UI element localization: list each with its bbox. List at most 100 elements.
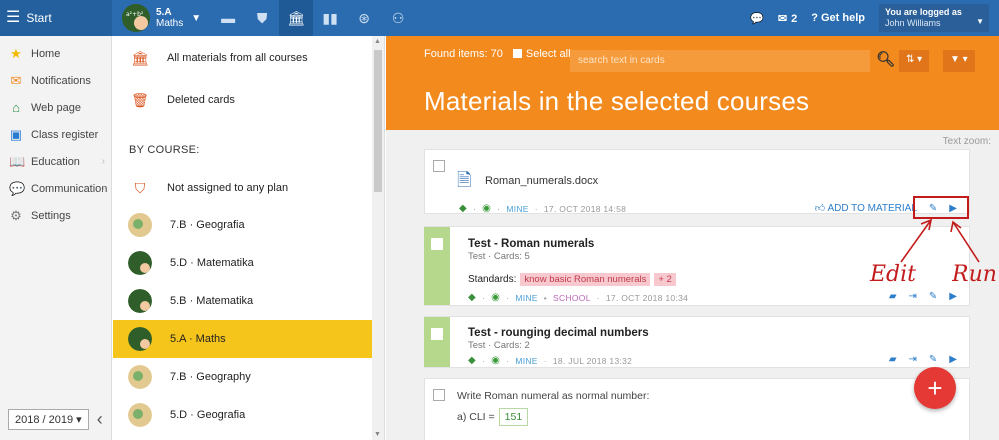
user-menu[interactable]: You are logged as John Williams ▼ (879, 4, 989, 32)
all-materials-label: All materials from all courses (167, 52, 308, 64)
folder-icon[interactable]: ▰ (889, 291, 897, 302)
course-label: 7.B · Geografia (170, 219, 245, 231)
class-name: 5.A (156, 7, 172, 18)
start-button[interactable]: ☰ Start (0, 0, 112, 36)
people-icon[interactable]: ⚇ (381, 0, 415, 36)
bank-icon[interactable]: 🏛 (279, 0, 314, 36)
svg-text:a²+b²: a²+b² (126, 11, 144, 18)
chart-icon[interactable]: ▮▮ (313, 0, 347, 36)
test-card[interactable]: Test - rounging decimal numbers Test · C… (424, 316, 970, 368)
folder-icon[interactable]: ▰ (889, 354, 897, 365)
materials-header: Found items: 70 Select all search text i… (386, 36, 999, 130)
scroll-down-icon[interactable]: ▼ (374, 431, 381, 438)
course-item[interactable]: 7.B · Geografia (113, 206, 384, 244)
question-card[interactable]: Write Roman numeral as normal number: a)… (424, 378, 970, 440)
checkbox-icon (512, 49, 522, 58)
card-checkbox[interactable] (433, 160, 445, 172)
course-item-selected[interactable]: 5.A · Maths (113, 320, 384, 358)
run-play-icon[interactable]: ▶ (949, 291, 957, 302)
share-icon[interactable]: ⇥ (909, 291, 917, 302)
collapse-sidebar-icon[interactable]: ‹ (97, 409, 103, 430)
house-icon: ⌂ (12, 100, 20, 115)
class-avatar[interactable]: a²+b² (122, 4, 150, 32)
sidebar-item-web-page[interactable]: ⌂ Web page (0, 94, 111, 121)
meta-owner: MINE (515, 355, 538, 366)
chevron-right-icon: › (101, 183, 105, 194)
add-to-material-label: ADD TO MATERIAL (827, 203, 917, 214)
course-item[interactable]: 5.D · Geografia (113, 396, 384, 434)
test-card-strip (424, 227, 450, 305)
select-all-checkbox[interactable]: Select all (512, 48, 571, 60)
edit-pencil-icon[interactable]: ✎ (929, 291, 937, 302)
sidebar-item-communication[interactable]: 💬 Communication › (0, 175, 111, 202)
course-list-scrollbar[interactable]: ▲ ▼ (372, 36, 384, 440)
card-subtitle: Test · Cards: 5 (468, 251, 530, 262)
annotation-arrows (900, 218, 980, 263)
meta-owner: MINE (515, 292, 538, 303)
course-item[interactable]: 5.D · Matematika (113, 244, 384, 282)
filter-button[interactable]: ▼ ▾ (943, 50, 975, 72)
math-icon[interactable]: ⊛ (347, 0, 381, 36)
card-title: Test - Roman numerals (468, 238, 595, 250)
standard-badge[interactable]: know basic Roman numerals (520, 273, 651, 286)
sidebar-item-notifications[interactable]: ✉ Notifications (0, 67, 111, 94)
school-year-select[interactable]: 2018 / 2019 ▾ (8, 409, 89, 430)
docx-file-icon: 🗎 (457, 170, 472, 190)
more-standards-badge[interactable]: + 2 (654, 273, 676, 286)
scrollbar-thumb[interactable] (374, 50, 382, 192)
search-icon[interactable]: 🔍︎ (876, 50, 895, 68)
select-all-label: Select all (525, 48, 571, 60)
geography-avatar (128, 365, 152, 389)
course-label: 5.D · Matematika (170, 257, 254, 269)
geography-avatar (128, 403, 152, 427)
sidebar-item-settings[interactable]: ⚙ Settings (0, 202, 111, 229)
sidebar-item-label: Communication (31, 182, 108, 195)
all-materials-item[interactable]: 🏛 All materials from all courses (113, 36, 384, 80)
sidebar-item-class-register[interactable]: ▣ Class register (0, 121, 111, 148)
deleted-cards-item[interactable]: 🗑 Deleted cards (113, 80, 384, 120)
card-checkbox[interactable] (431, 238, 443, 250)
meta-date: 18. JUL 2018 13:32 (552, 355, 633, 366)
material-card[interactable]: 🗎 Roman_numerals.docx ◆ · ◉ · MINE · 17. OC… (424, 149, 970, 214)
sort-button[interactable]: ⇅ ▾ (899, 50, 930, 72)
search-input[interactable]: search text in cards (570, 50, 870, 72)
course-item[interactable]: 7.B · Geography (113, 358, 384, 396)
question-prompt: Write Roman numeral as normal number: (457, 390, 650, 402)
text-zoom-label: Text zoom: (942, 136, 991, 147)
share-icon[interactable]: ⇥ (909, 354, 917, 365)
course-item[interactable]: 5.B · Matematika (113, 282, 384, 320)
shield-icon[interactable]: ⛊ (245, 0, 279, 36)
register-icon: ▣ (9, 126, 23, 142)
sidebar-item-label: Home (31, 47, 61, 60)
user-name: John Williams (885, 18, 941, 28)
get-help-button[interactable]: ? Get help (811, 12, 865, 24)
maths-avatar (128, 289, 152, 313)
class-selector[interactable]: 5.A Maths (156, 7, 183, 29)
not-assigned-label: Not assigned to any plan (167, 182, 289, 194)
envelope-icon: ✉ (10, 72, 22, 88)
card-checkbox[interactable] (433, 389, 445, 401)
briefcase-icon[interactable]: ▬ (211, 0, 245, 36)
card-checkbox[interactable] (431, 328, 443, 340)
edit-pencil-icon[interactable]: ✎ (929, 354, 937, 365)
by-course-heading: BY COURSE: (129, 144, 200, 156)
chat-bubbles-icon[interactable]: 💬 (750, 12, 764, 25)
sidebar-item-education[interactable]: 📖 Education › (0, 148, 111, 175)
not-assigned-item[interactable]: ⛉ Not assigned to any plan (113, 170, 384, 206)
add-material-button[interactable]: + (914, 367, 956, 409)
card-subtitle: Test · Cards: 2 (468, 340, 530, 351)
thumbs-up-icon: 👍︎ (814, 203, 826, 214)
meta-date: 17. OCT 2018 14:58 (543, 203, 627, 214)
course-label: 5.D · Geografia (170, 409, 246, 421)
found-items-count: Found items: 70 (424, 48, 503, 60)
sidebar-item-home[interactable]: ★ Home (0, 40, 111, 67)
globe-icon: ◉ (491, 355, 501, 366)
messages-button[interactable]: ✉ 2 (778, 12, 797, 25)
top-bar: ☰ Start a²+b² 5.A Maths ▼ ▬ ⛊ 🏛 ▮▮ ⊛ ⚇ 💬… (0, 0, 999, 36)
school-year-value: 2018 / 2019 (15, 414, 74, 426)
caret-down-icon[interactable]: ▼ (191, 13, 201, 24)
add-to-material-button[interactable]: 👍︎ ADD TO MATERIAL (815, 202, 917, 214)
annotation-edit: Edit (870, 262, 917, 287)
scroll-up-icon[interactable]: ▲ (374, 38, 381, 45)
run-play-icon[interactable]: ▶ (949, 354, 957, 365)
